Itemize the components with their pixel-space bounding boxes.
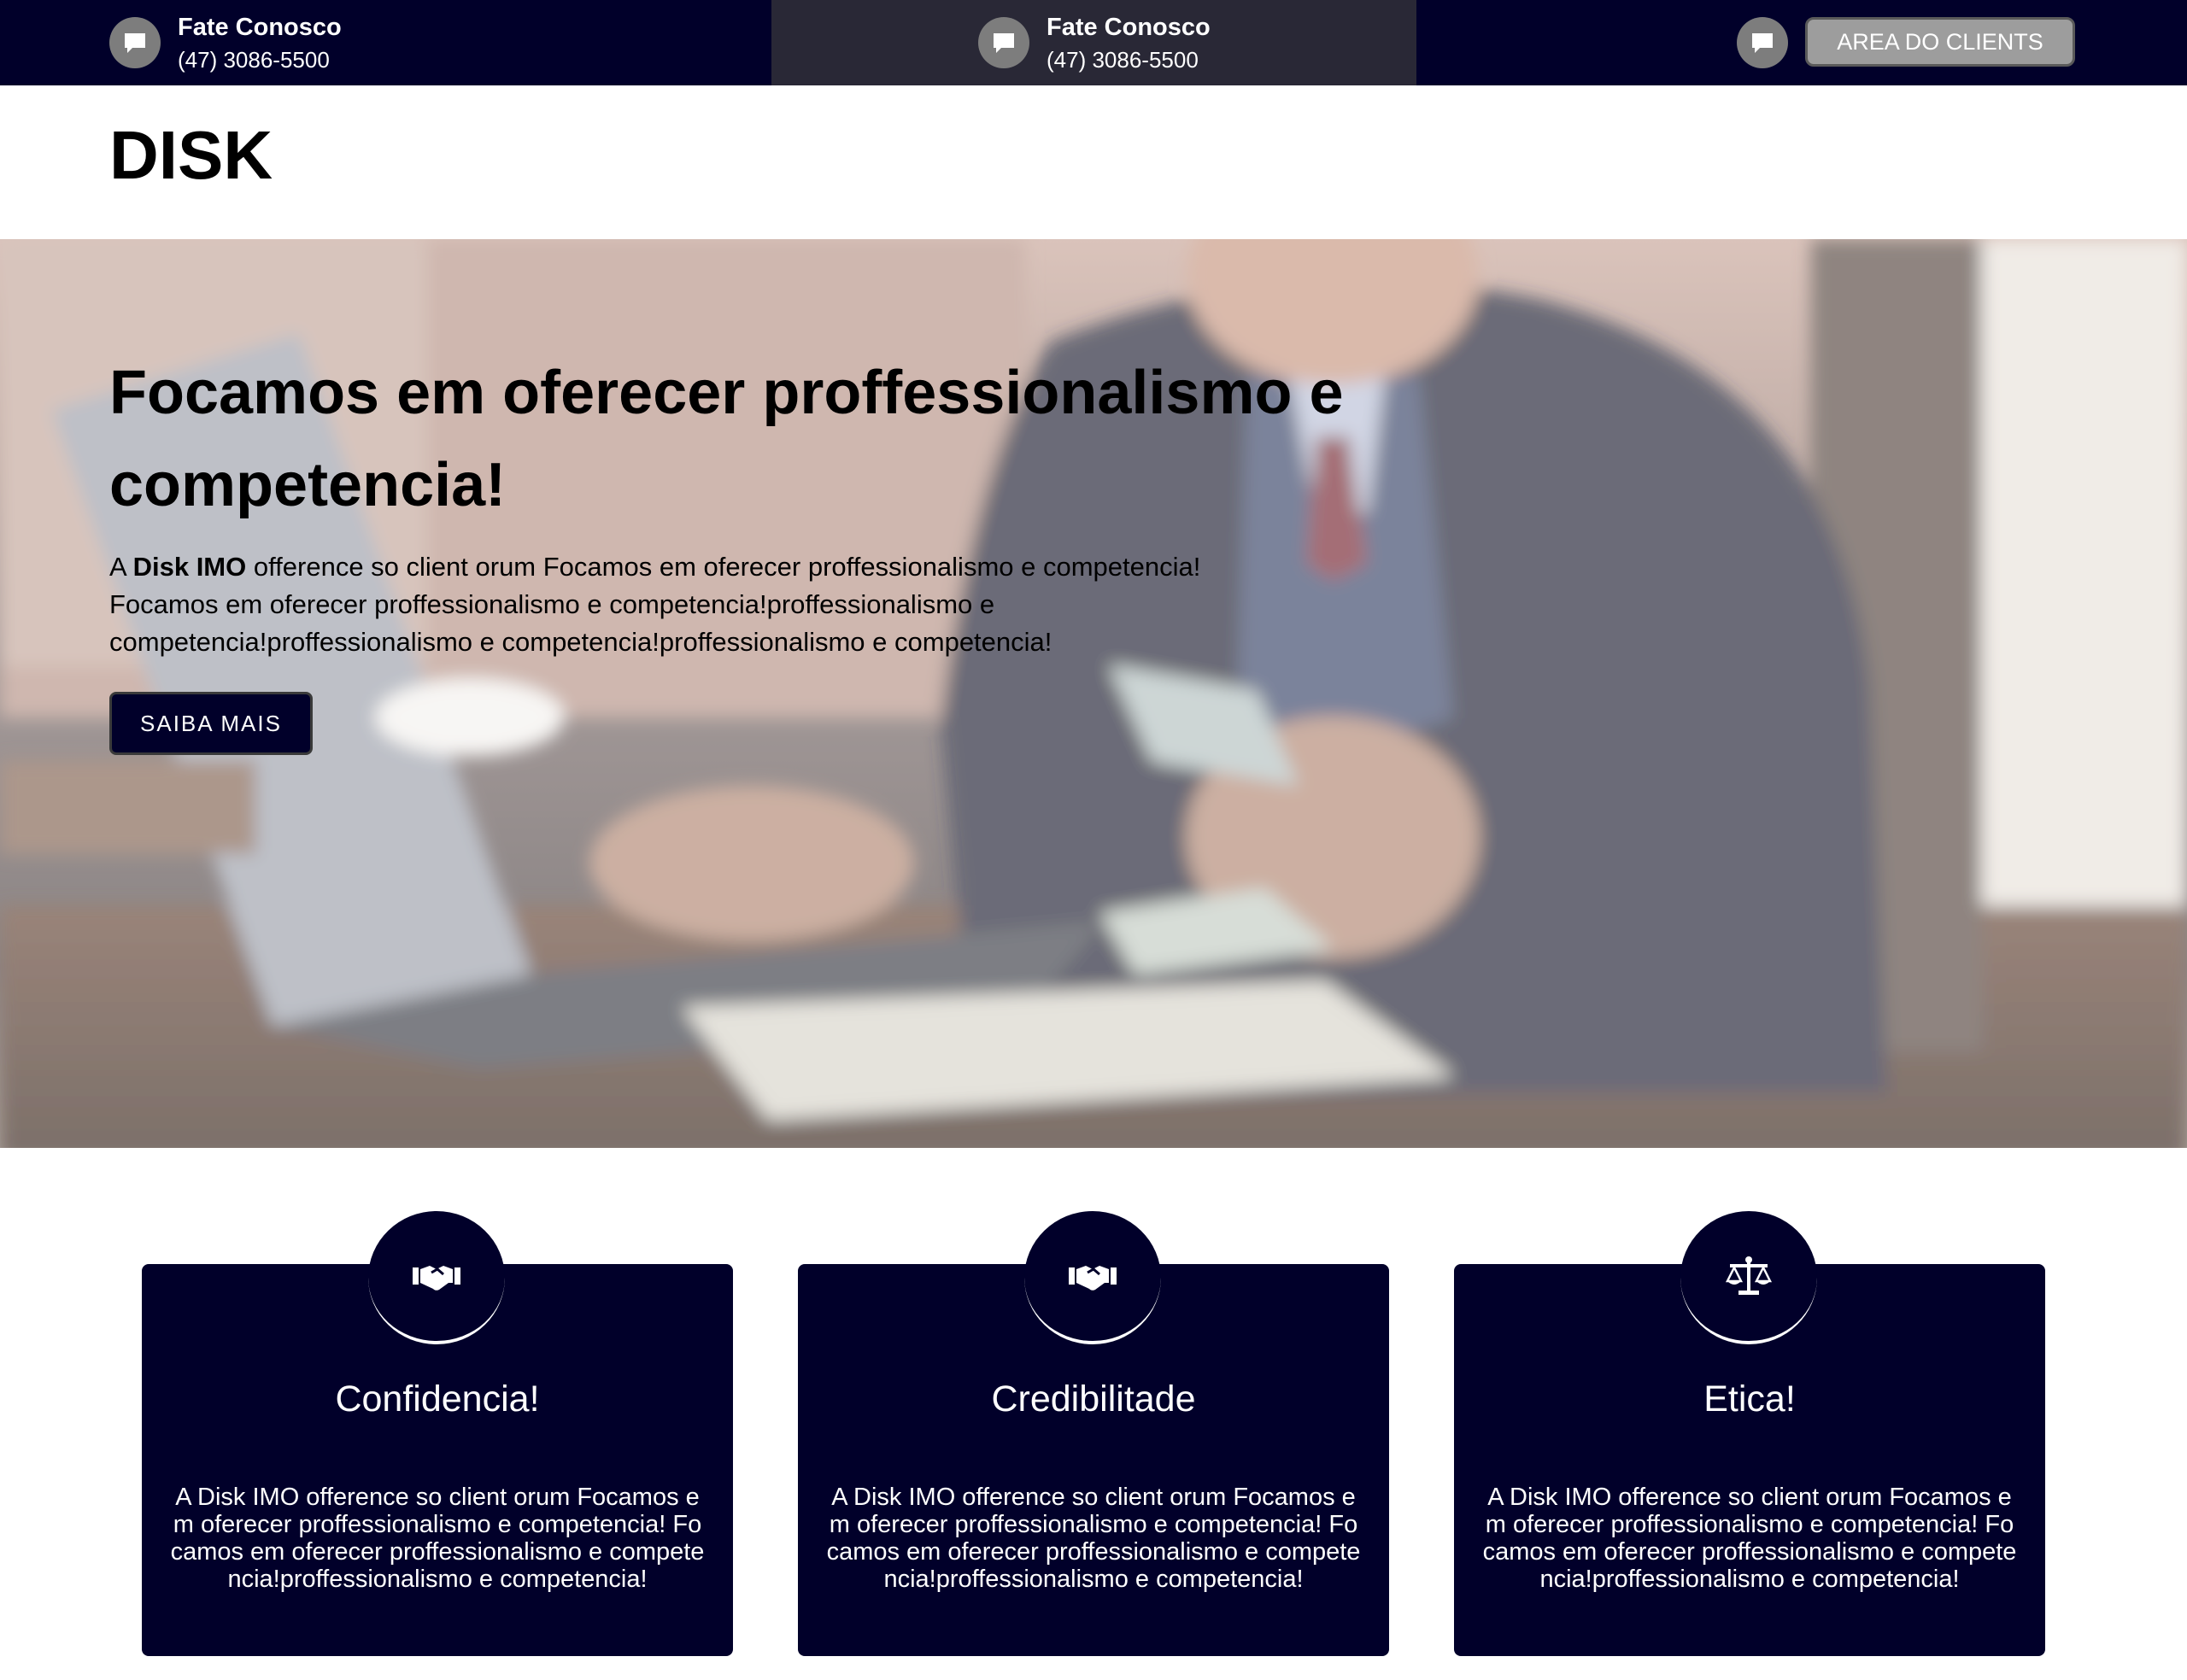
contact-title: Fate Conosco: [1047, 14, 1211, 41]
client-area-button[interactable]: AREA DO CLIENTS: [1805, 17, 2075, 67]
chat-bubble-icon[interactable]: [1737, 17, 1788, 68]
hero-title: Focamos em oferecer proffessionalismo e …: [109, 359, 1344, 519]
feature-card-text: A Disk IMO ofference so client orum Foca…: [1482, 1484, 2017, 1593]
contact-phone[interactable]: (47) 3086-5500: [1047, 47, 1199, 73]
feature-card-title: Confidencia!: [335, 1379, 540, 1420]
top-bar: Fate Conosco (47) 3086-5500 Fate Conosco…: [0, 0, 2187, 85]
handshake-icon: [1069, 1266, 1117, 1291]
scales-icon: [1725, 1256, 1773, 1295]
site-logo[interactable]: DISK: [109, 121, 273, 190]
feature-card-title: Etica!: [1703, 1379, 1796, 1420]
feature-icon-badge: [1680, 1211, 1817, 1344]
feature-card-text: A Disk IMO ofference so client orum Foca…: [826, 1484, 1361, 1593]
handshake-icon: [413, 1266, 460, 1291]
feature-icon-badge: [368, 1211, 505, 1344]
feature-card-text: A Disk IMO ofference so client orum Foca…: [170, 1484, 705, 1593]
feature-card-title: Credibilitade: [991, 1379, 1196, 1420]
chat-bubble-icon: [109, 17, 161, 68]
hero-description: A Disk IMO ofference so client orum Foca…: [109, 552, 1201, 657]
brand-name: Disk IMO: [132, 552, 247, 582]
chat-bubble-icon: [978, 17, 1029, 68]
contact-title: Fate Conosco: [178, 14, 342, 41]
hero-section: Focamos em oferecer proffessionalismo e …: [0, 239, 2187, 1148]
saiba-mais-button[interactable]: SAIBA MAIS: [109, 692, 313, 755]
feature-icon-badge: [1024, 1211, 1161, 1344]
contact-phone[interactable]: (47) 3086-5500: [178, 47, 330, 73]
